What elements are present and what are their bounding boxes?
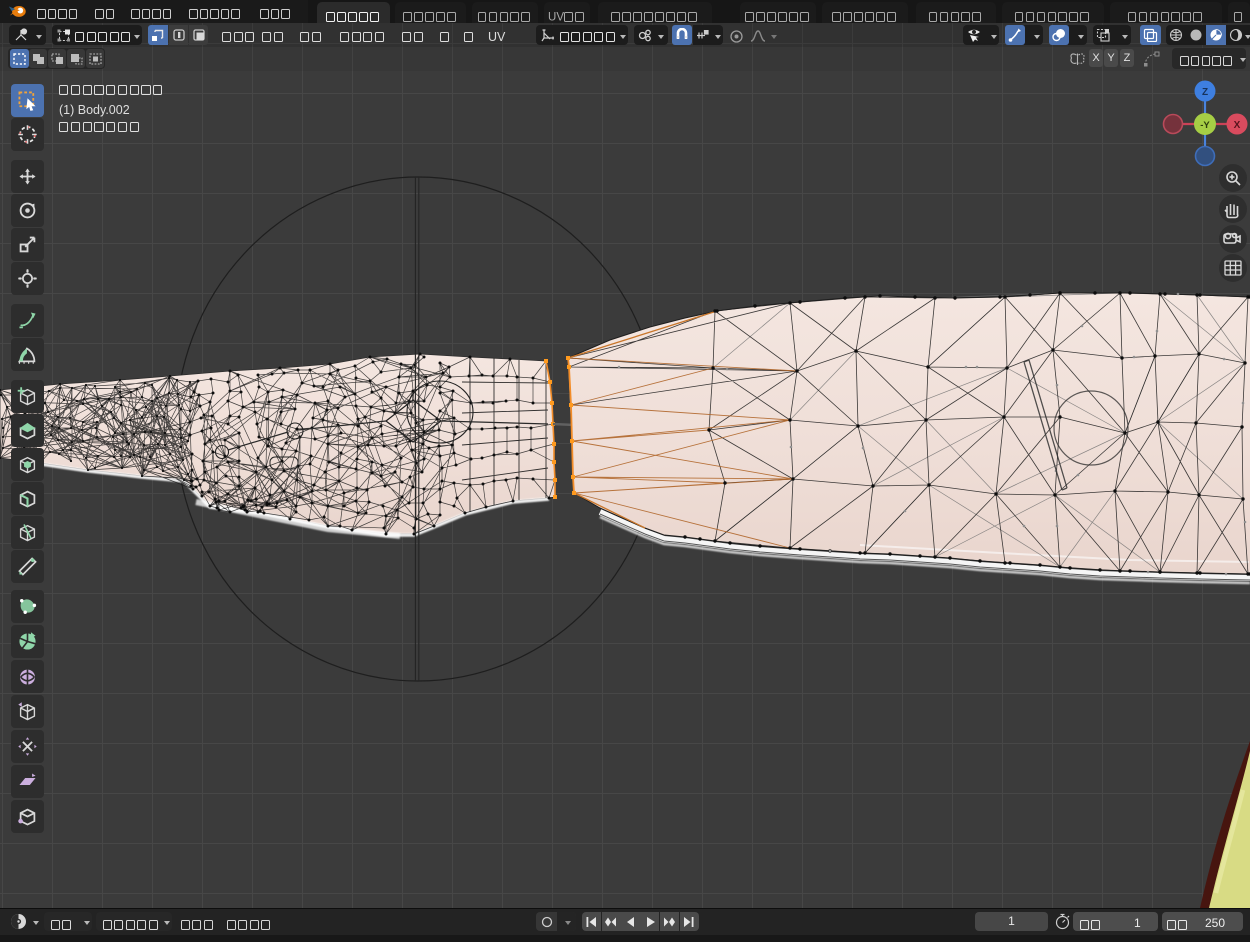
svg-text:-Y: -Y (1200, 120, 1210, 131)
svg-text:X: X (1234, 120, 1241, 131)
svg-text:Z: Z (1202, 87, 1208, 98)
